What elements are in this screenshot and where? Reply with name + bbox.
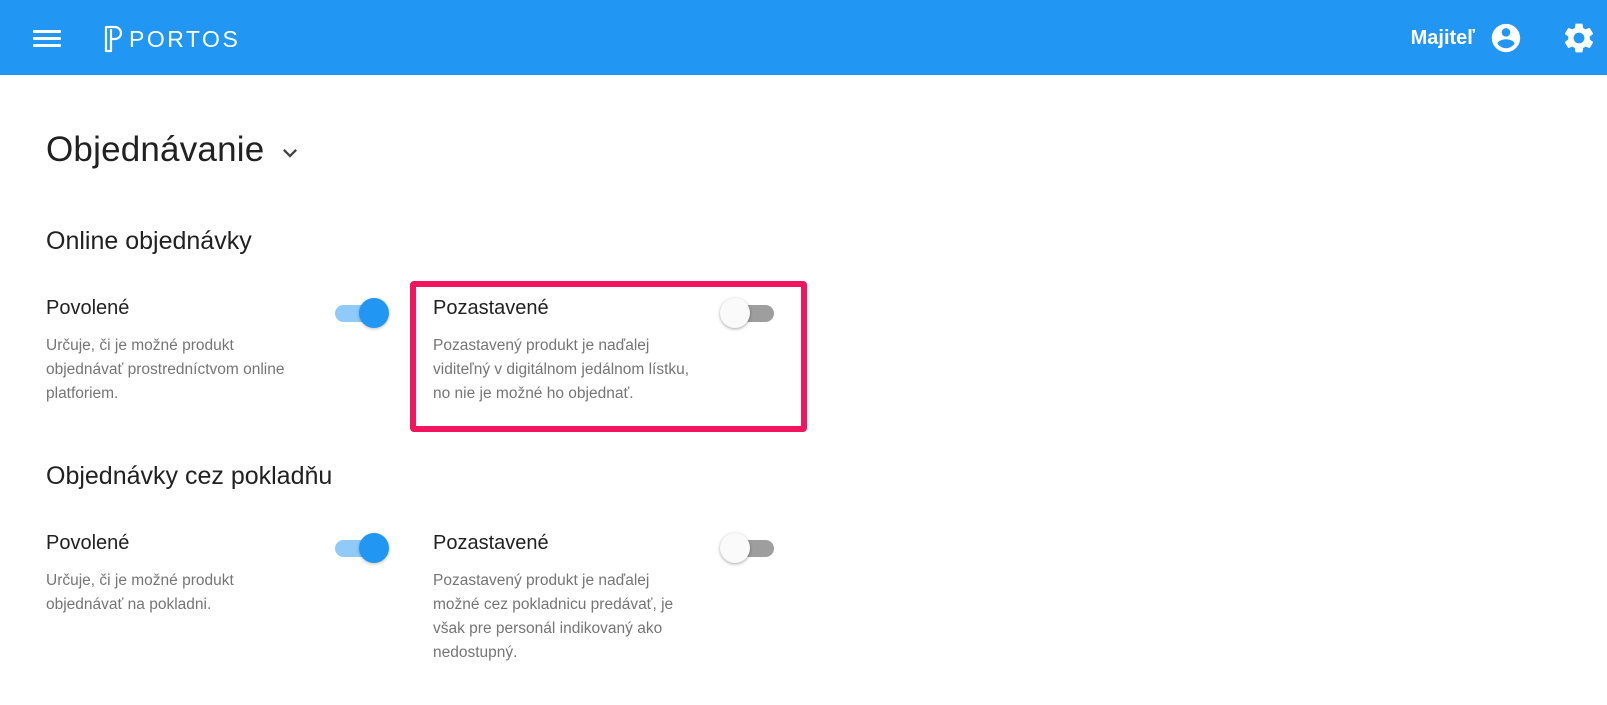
- menu-icon[interactable]: [30, 22, 66, 54]
- switch-thumb: [359, 298, 389, 328]
- user-menu[interactable]: Majiteľ: [1411, 20, 1523, 56]
- pos-enabled-toggle[interactable]: [333, 532, 391, 564]
- setting-label: Pozastavené: [433, 532, 549, 554]
- gear-icon[interactable]: [1561, 20, 1597, 56]
- chevron-down-icon[interactable]: [276, 139, 304, 167]
- section-heading-online-orders: Online objednávky: [46, 227, 252, 255]
- page-title-row: Objednávanie: [46, 130, 304, 170]
- setting-description: Určuje, či je možné produkt objednávať p…: [46, 337, 285, 402]
- setting-label: Povolené: [46, 532, 130, 554]
- switch-thumb: [720, 533, 750, 563]
- portos-logo-icon: [104, 25, 123, 53]
- brand-name: PORTOS: [129, 25, 241, 52]
- brand-logo[interactable]: PORTOS: [102, 24, 240, 54]
- online-enabled-toggle[interactable]: [333, 297, 391, 329]
- app-bar: PORTOS Majiteľ: [0, 0, 1607, 75]
- user-name: Majiteľ: [1410, 26, 1475, 49]
- highlight-annotation: [410, 281, 807, 432]
- page-title: Objednávanie: [46, 130, 265, 169]
- switch-thumb: [359, 533, 389, 563]
- setting-description: Určuje, či je možné produkt objednávať n…: [46, 572, 234, 613]
- pos-paused-toggle[interactable]: [720, 532, 778, 564]
- setting-description: Pozastavený produkt je naďalej možné cez…: [433, 572, 674, 661]
- account-circle-icon: [1491, 23, 1521, 53]
- setting-label: Povolené: [46, 297, 130, 319]
- section-heading-pos-orders: Objednávky cez pokladňu: [46, 462, 333, 490]
